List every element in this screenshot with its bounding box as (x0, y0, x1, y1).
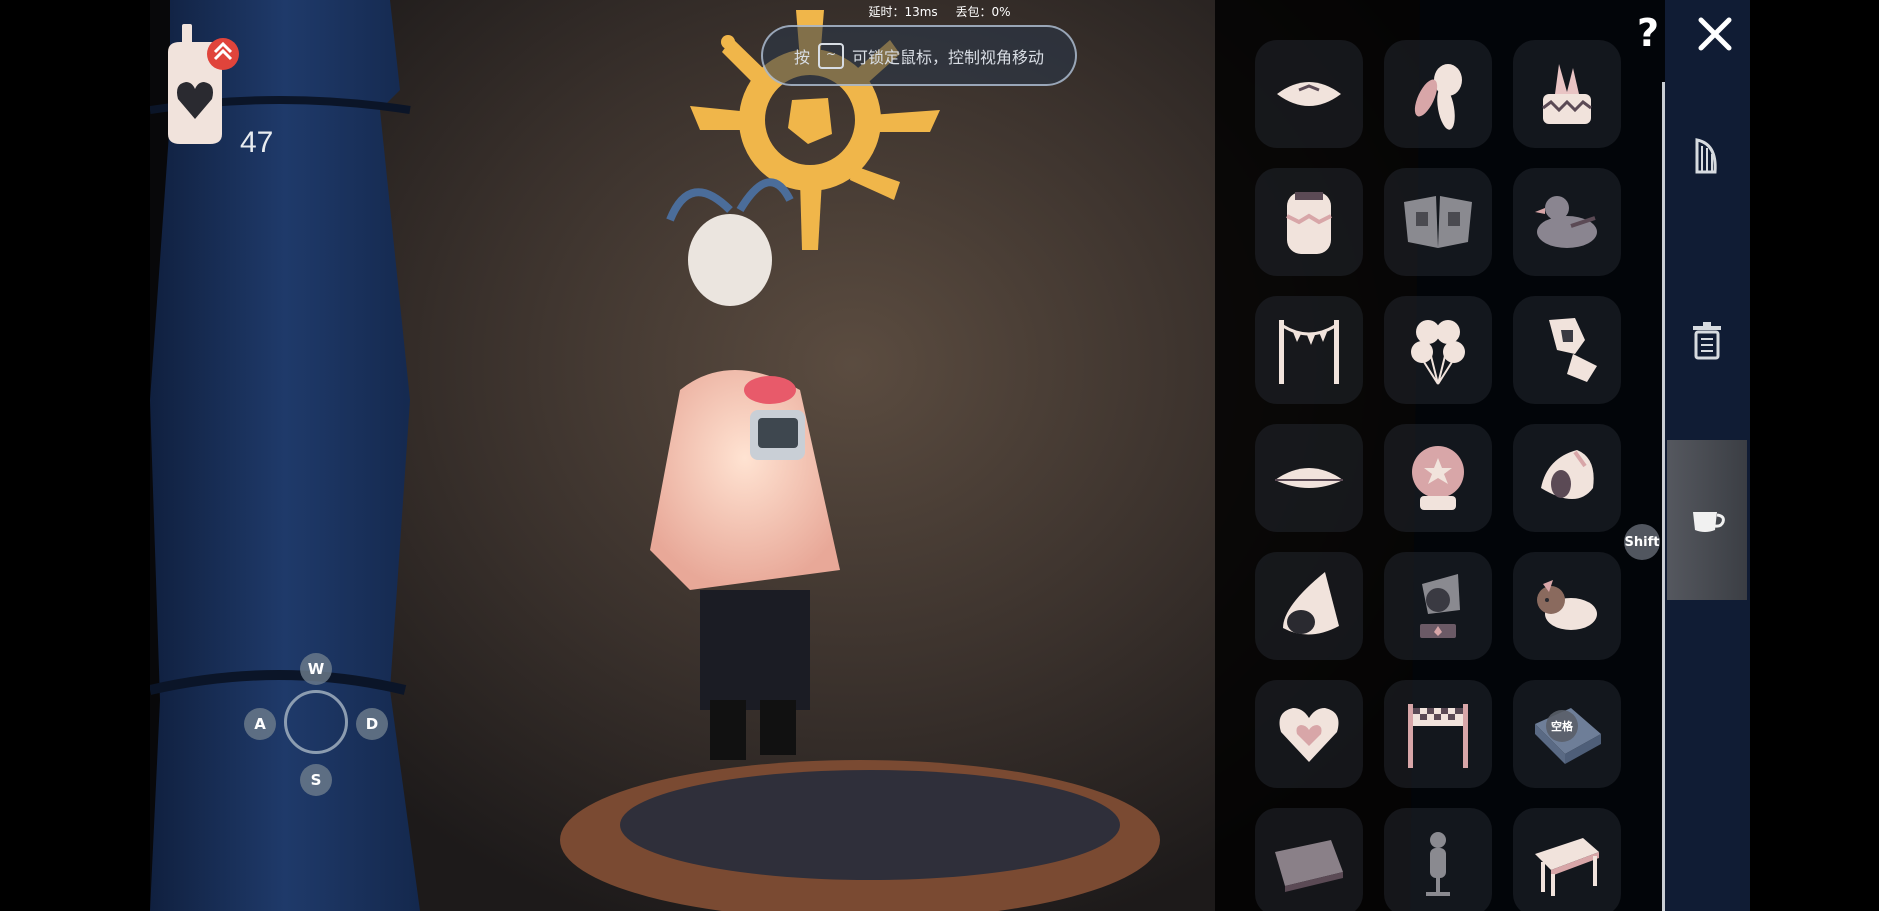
prop-slot-shell[interactable] (1255, 552, 1363, 660)
trash-icon (1693, 322, 1721, 360)
mouse-lock-hint: 按 ~ 可锁定鼠标，控制视角移动 (761, 25, 1077, 86)
cushion-icon (1275, 468, 1343, 488)
prop-slot-deer-plush[interactable] (1513, 552, 1621, 660)
crystal-cake-icon (1542, 64, 1592, 124)
panel-scrollbar[interactable] (1662, 82, 1665, 911)
heart-icon (1279, 708, 1339, 762)
feather-icon (1414, 64, 1462, 130)
snowglobe-icon (1412, 446, 1464, 510)
rock-icon (1549, 318, 1597, 382)
heart-candle-icon (168, 24, 239, 144)
close-icon (1698, 17, 1732, 51)
category-tabs (1667, 0, 1747, 911)
prop-slot-finish-gate[interactable] (1384, 680, 1492, 788)
heart-count: 47 (240, 126, 274, 159)
key-s[interactable]: S (300, 764, 332, 796)
mannequin-icon (1426, 832, 1450, 896)
prop-slot-conch[interactable] (1513, 424, 1621, 532)
game-viewport[interactable]: 延时：13ms 丢包：0% 按 ~ 可锁定鼠标，控制视角移动 47 W A D … (0, 0, 1879, 911)
harp-icon (1695, 138, 1717, 174)
prop-slot-mat[interactable] (1255, 808, 1363, 911)
heart-candle-button[interactable] (160, 24, 240, 149)
bird-icon (1535, 196, 1597, 248)
lock-hint-prefix: 按 (793, 47, 810, 67)
prop-slot-jar[interactable] (1255, 168, 1363, 276)
pillow-icon (1277, 82, 1341, 106)
bunting-icon (1279, 320, 1339, 384)
telescope-icon (1420, 574, 1460, 638)
shift-key-badge: Shift (1624, 524, 1660, 560)
prop-slot-cushion[interactable] (1255, 424, 1363, 532)
key-a[interactable]: A (244, 708, 276, 740)
wing-stone-icon (1404, 196, 1472, 248)
conch-icon (1541, 450, 1594, 499)
latency-text: 延时：13ms (868, 5, 938, 19)
prop-slot-mannequin[interactable] (1384, 808, 1492, 911)
tab-music[interactable] (1667, 106, 1747, 206)
prop-slot-wing-stone[interactable] (1384, 168, 1492, 276)
shell-icon (1283, 572, 1339, 635)
space-key-badge: 空格 (1546, 710, 1578, 742)
prop-slot-table[interactable] (1513, 808, 1621, 911)
tab-trash[interactable] (1667, 290, 1747, 390)
balloons-icon (1411, 320, 1465, 385)
help-button[interactable]: ? (1630, 13, 1666, 53)
key-w[interactable]: W (300, 653, 332, 685)
mat-icon (1275, 840, 1343, 892)
table-icon (1535, 838, 1599, 896)
jar-icon (1286, 192, 1332, 254)
prop-slot-rock[interactable] (1513, 296, 1621, 404)
prop-slot-bunting[interactable] (1255, 296, 1363, 404)
key-d[interactable]: D (356, 708, 388, 740)
movement-joystick[interactable] (284, 690, 348, 754)
prop-grid (1255, 40, 1635, 911)
finish-gate-icon (1408, 704, 1468, 768)
prop-slot-bird[interactable] (1513, 168, 1621, 276)
prop-slot-telescope[interactable] (1384, 552, 1492, 660)
cup-icon (1693, 512, 1725, 532)
deer-plush-icon (1537, 580, 1597, 630)
prop-slot-feather[interactable] (1384, 40, 1492, 148)
prop-slot-heart[interactable] (1255, 680, 1363, 788)
packet-loss-text: 丢包：0% (955, 5, 1011, 19)
tab-cup[interactable] (1667, 440, 1747, 600)
prop-slot-balloons[interactable] (1384, 296, 1492, 404)
close-button[interactable] (1695, 14, 1735, 54)
prop-slot-crystal-cake[interactable] (1513, 40, 1621, 148)
tilde-key-icon: ~ (818, 42, 844, 69)
prop-slot-snowglobe[interactable] (1384, 424, 1492, 532)
lock-hint-text: 可锁定鼠标，控制视角移动 (852, 47, 1045, 67)
prop-slot-pillow[interactable] (1255, 40, 1363, 148)
